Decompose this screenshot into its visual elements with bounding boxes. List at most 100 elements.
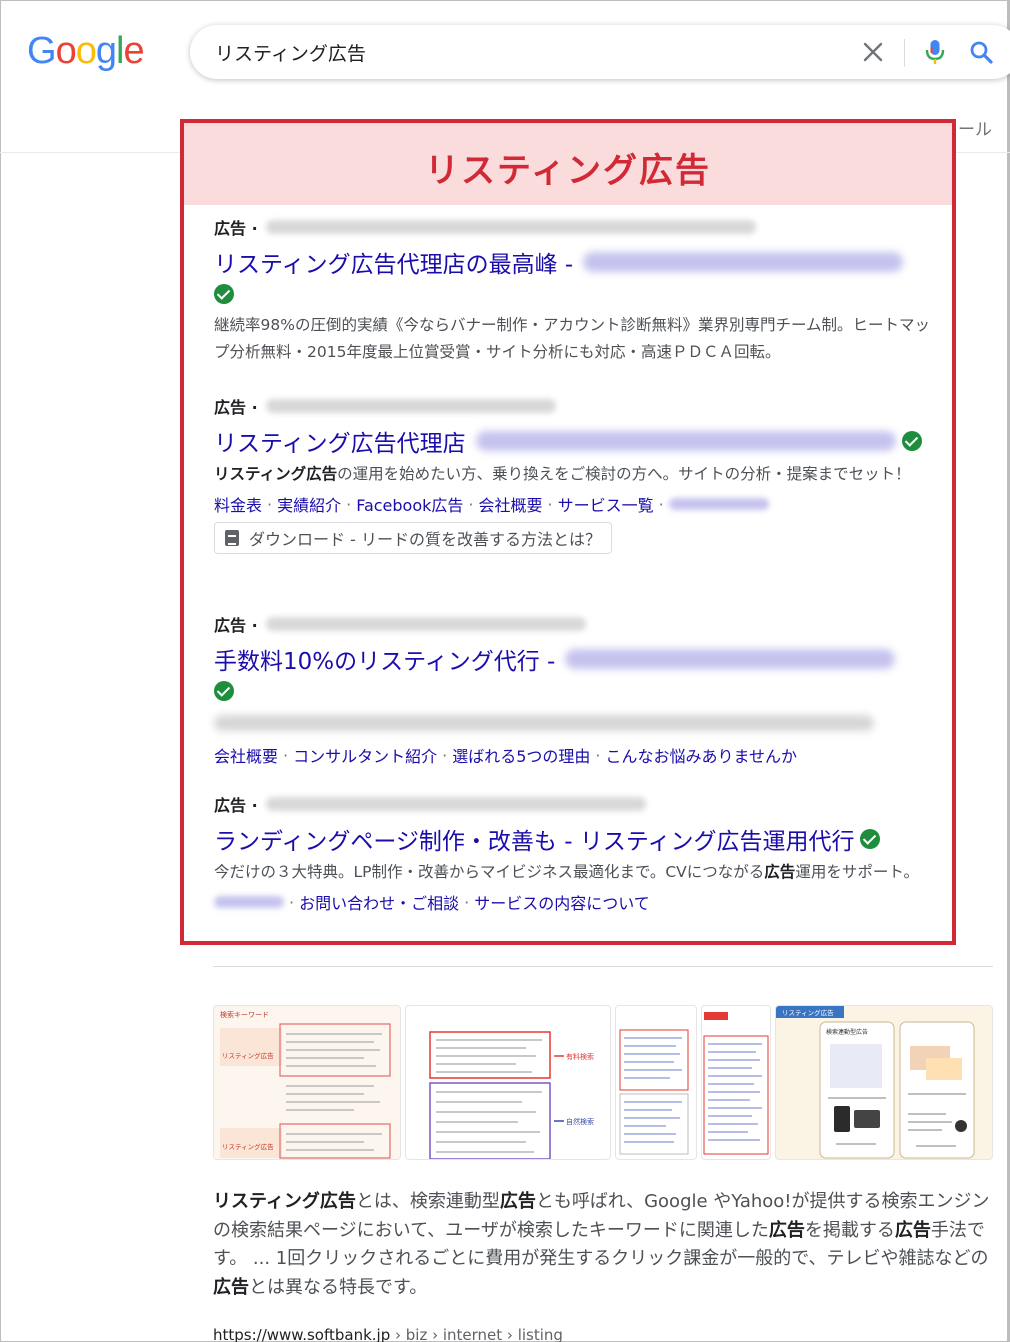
ad-title-text: 手数料10%のリスティング代行 -: [214, 649, 556, 675]
sitelink[interactable]: 選ばれる5つの理由: [452, 743, 590, 767]
sitelinks: 会社概要 · コンサルタント紹介 · 選ばれる5つの理由 · こんなお悩みありませんか: [214, 743, 934, 767]
featured-snippet: リスティング広告とは、検索連動型広告とも呼ばれ、Google やYahoo!が提…: [213, 1188, 993, 1302]
search-input[interactable]: [215, 37, 815, 67]
search-divider: [904, 39, 905, 67]
thumb-label: 自然検索: [566, 1117, 594, 1126]
ad-label-text: 広告 ·: [214, 219, 258, 238]
ad-title-link[interactable]: 手数料10%のリスティング代行 -: [214, 643, 934, 675]
image-thumbnail[interactable]: 有料検索 自然検索: [405, 1005, 611, 1160]
snippet-bold: 広告: [768, 1219, 805, 1241]
sitelink[interactable]: 会社概要: [214, 743, 278, 767]
desc-text: の運用を始めたい方、乗り換えをご検討の方へ。サイトの分析・提案までセット！: [337, 465, 911, 483]
thumb-label: リスティング広告: [222, 1051, 274, 1060]
thumb-label: リスティング広告: [222, 1142, 274, 1151]
image-thumbnail[interactable]: [701, 1005, 771, 1160]
ad-label: 広告 ·: [214, 216, 934, 238]
redacted-sitelink: [214, 896, 284, 908]
logo-letter: G: [27, 30, 57, 72]
download-label: ダウンロード - リードの質を改善する方法とは？: [249, 530, 601, 549]
ad-banner-title: リスティング広告: [425, 151, 711, 191]
logo-letter: o: [55, 30, 77, 72]
sitelink[interactable]: サービスの内容について: [474, 890, 650, 914]
desc-bold: リスティング広告: [214, 465, 338, 483]
ad-label-text: 広告 ·: [214, 616, 258, 635]
sitelinks: 料金表 · 実績紹介 · Facebook広告 · 会社概要 · サービス一覧 ·: [214, 492, 934, 516]
ad-title-text: ランディングページ制作・改善も - リスティング広告運用代行: [214, 829, 855, 855]
ad-label: 広告 ·: [214, 613, 934, 635]
snippet-text: とは異なる特長です。: [249, 1276, 428, 1298]
sitelink[interactable]: Facebook広告: [356, 492, 463, 516]
check-icon: [214, 681, 234, 701]
image-thumbnail[interactable]: [615, 1005, 697, 1160]
desc-bold: 広告: [764, 863, 796, 881]
ad-result: 広告 · リスティング広告代理店 リスティング広告の運用を始めたい方、乗り換えを…: [214, 395, 934, 554]
mic-icon[interactable]: [922, 38, 948, 66]
results-divider: [213, 966, 993, 967]
redacted-url: [265, 399, 556, 413]
ad-description: 継続率98%の圧倒的実績《今ならバナー制作・アカウント診断無料》業界別専門チーム…: [214, 316, 930, 361]
ad-result: 広告 · リスティング広告代理店の最高峰 - 継続率98%の圧倒的実績《今ならバ…: [214, 216, 934, 366]
ad-title-link[interactable]: リスティング広告代理店の最高峰 -: [214, 246, 934, 278]
redacted-url: [265, 220, 756, 234]
download-chip[interactable]: ダウンロード - リードの質を改善する方法とは？: [214, 522, 612, 554]
redacted-title: [565, 649, 896, 669]
snippet-bold: 広告: [894, 1219, 931, 1241]
thumb-label: 有料検索: [566, 1052, 594, 1061]
search-box: [190, 25, 1010, 79]
document-icon: [225, 530, 239, 546]
ad-title-text: リスティング広告代理店の最高峰 -: [214, 252, 574, 278]
ad-result: 広告 · 手数料10%のリスティング代行 - 会社概要 · コンサルタント紹介 · …: [214, 613, 934, 767]
snippet-text: とは、検索連動型: [355, 1191, 500, 1212]
google-logo[interactable]: Google: [27, 30, 145, 73]
thumb-label: 検索連動型広告: [826, 1028, 868, 1036]
sitelink[interactable]: サービス一覧: [558, 492, 654, 516]
sitelink[interactable]: こんなお悩みありませんか: [606, 743, 798, 767]
ad-result: 広告 · ランディングページ制作・改善も - リスティング広告運用代行 今だけの…: [214, 793, 934, 914]
desc-text: 運用をサポート。: [795, 863, 920, 881]
sitelink[interactable]: 実績紹介: [277, 492, 341, 516]
result-url[interactable]: https://www.softbank.jp › biz › internet…: [213, 1326, 563, 1342]
image-thumbnails: 検索キーワード リスティング広告 リスティング広告 有料検索 自然検索 リスティ…: [213, 1005, 993, 1160]
sitelink[interactable]: お問い合わせ・ご相談: [299, 890, 459, 914]
tools-tab-fragment[interactable]: ール: [958, 115, 992, 140]
check-icon: [860, 829, 881, 849]
ad-title-text: リスティング広告代理店: [214, 431, 466, 457]
search-icon[interactable]: [968, 38, 994, 66]
snippet-bold: 広告: [499, 1191, 536, 1212]
close-icon[interactable]: [860, 39, 886, 65]
logo-letter: e: [123, 30, 144, 72]
snippet-text: を掲載する: [804, 1219, 895, 1241]
image-thumbnail[interactable]: 検索キーワード リスティング広告 リスティング広告: [213, 1005, 401, 1160]
thumb-heading: 検索キーワード: [220, 1010, 269, 1019]
redacted-description: [214, 715, 874, 731]
redacted-url: [265, 617, 586, 631]
sitelink[interactable]: 会社概要: [479, 492, 543, 516]
redacted-title: [583, 252, 904, 272]
image-thumbnail[interactable]: リスティング広告 検索連動型広告: [775, 1005, 993, 1160]
ad-title-link[interactable]: リスティング広告代理店: [214, 425, 934, 457]
logo-letter: o: [75, 30, 97, 72]
ad-label: 広告 ·: [214, 395, 934, 417]
result-breadcrumbs: › biz › internet › listing: [390, 1326, 563, 1342]
check-icon: [214, 284, 234, 304]
sitelink[interactable]: 料金表: [214, 492, 262, 516]
ad-label: 広告 ·: [214, 793, 934, 815]
result-domain: https://www.softbank.jp: [213, 1326, 391, 1342]
logo-letter: l: [115, 30, 125, 72]
ad-title-link[interactable]: ランディングページ制作・改善も - リスティング広告運用代行: [214, 823, 934, 855]
ad-highlight-frame: リスティング広告 広告 · リスティング広告代理店の最高峰 - 継続率98%の圧…: [180, 119, 956, 945]
ad-description: リスティング広告の運用を始めたい方、乗り換えをご検討の方へ。サイトの分析・提案ま…: [214, 461, 934, 488]
redacted-sitelink: [668, 498, 769, 510]
redacted-url: [265, 797, 646, 811]
ad-description: 今だけの３大特典。LP制作・改善からマイビジネス最適化まで。CVにつながる広告運…: [214, 859, 934, 886]
ad-label-text: 広告 ·: [214, 796, 258, 815]
redacted-title: [475, 431, 896, 451]
logo-letter: g: [95, 30, 117, 72]
sitelink[interactable]: コンサルタント紹介: [293, 743, 437, 767]
ad-banner: リスティング広告: [184, 123, 952, 205]
snippet-bold: リスティング広告: [213, 1191, 356, 1212]
sitelinks: · お問い合わせ・ご相談 · サービスの内容について: [214, 890, 934, 914]
ad-label-text: 広告 ·: [214, 398, 258, 417]
desc-text: 今だけの３大特典。LP制作・改善からマイビジネス最適化まで。CVにつながる: [214, 863, 765, 881]
snippet-bold: 広告: [213, 1276, 249, 1298]
